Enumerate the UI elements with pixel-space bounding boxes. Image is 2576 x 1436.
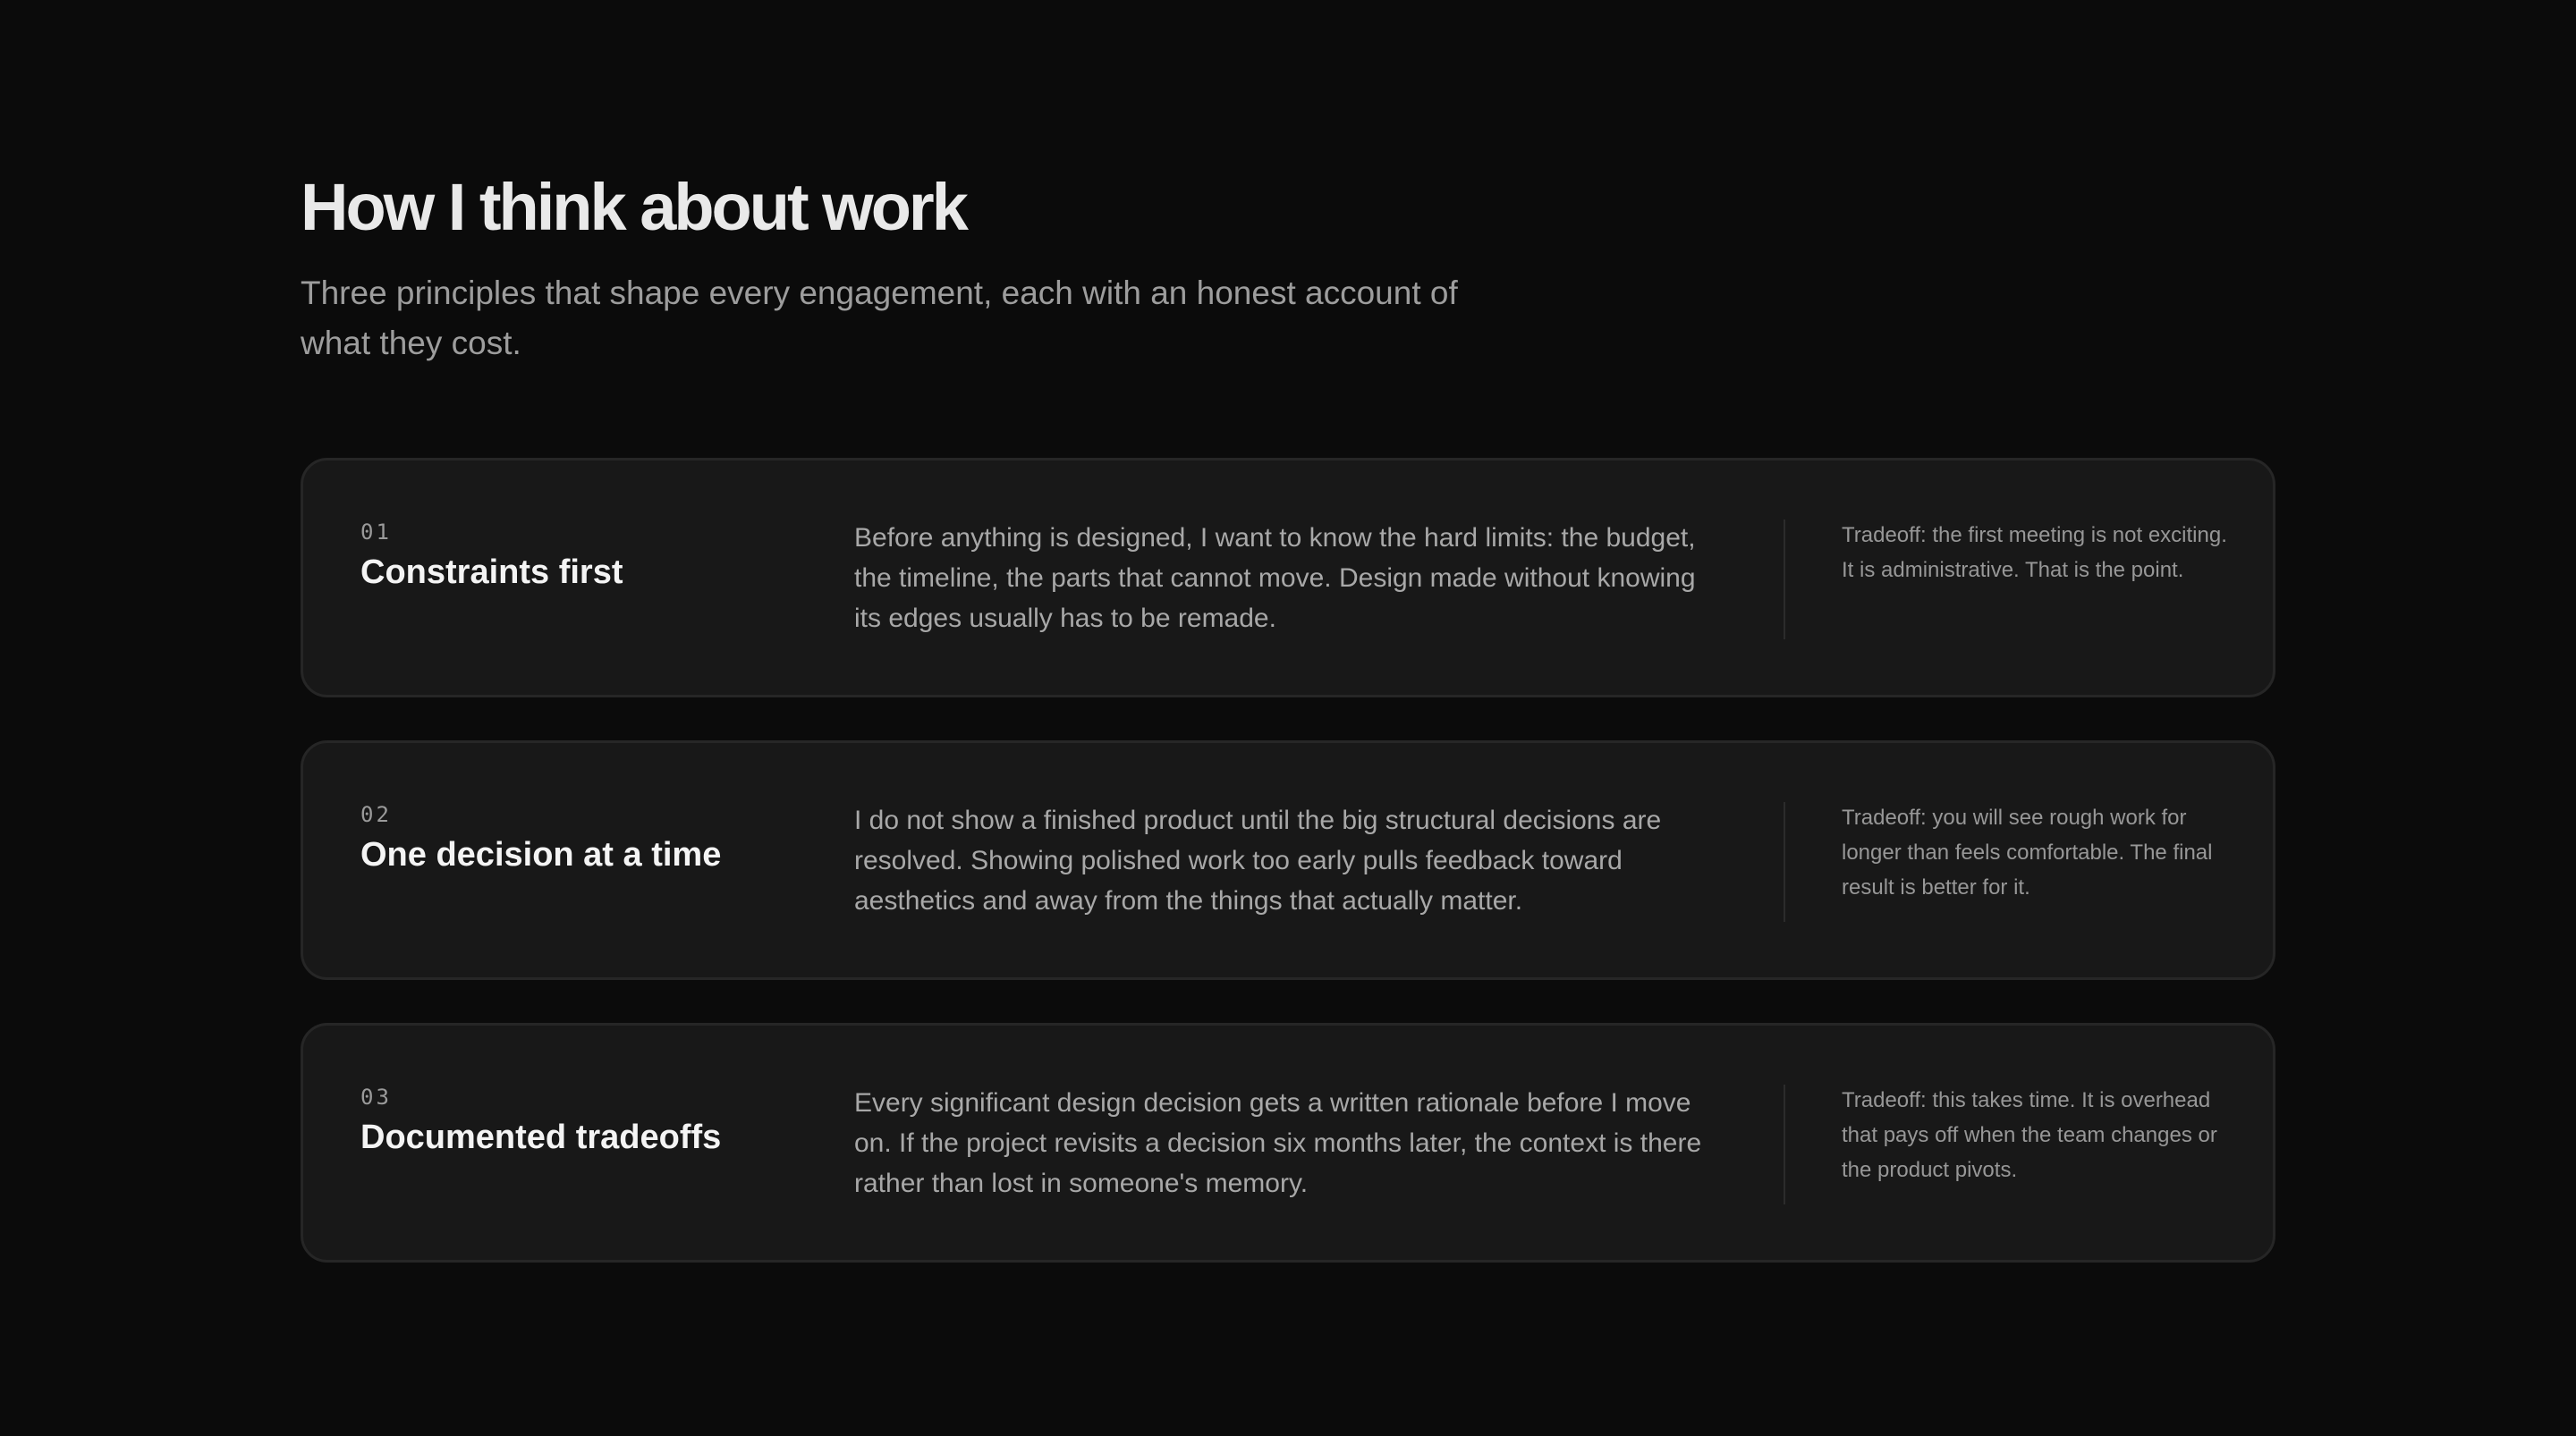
principle-number: 03 (360, 1085, 392, 1110)
principle-tradeoff: Tradeoff: the first meeting is not excit… (1842, 523, 2227, 582)
principle-title: Documented tradeoffs (360, 1119, 722, 1156)
principle-number: 02 (360, 802, 392, 827)
page-subtitle: Three principles that shape every engage… (301, 275, 1458, 361)
principle-card-one-decision: 02 One decision at a time I do not show … (301, 740, 2275, 980)
card-divider (1784, 1085, 1785, 1204)
principle-title: One decision at a time (360, 836, 722, 874)
card-divider (1784, 519, 1785, 639)
principle-card-constraints-first: 01 Constraints first Before anything is … (301, 458, 2275, 697)
principle-tradeoff: Tradeoff: this takes time. It is overhea… (1842, 1088, 2217, 1182)
principle-description: Before anything is designed, I want to k… (854, 523, 1696, 633)
principles-list: 01 Constraints first Before anything is … (301, 458, 2275, 1305)
principle-tradeoff: Tradeoff: you will see rough work for lo… (1842, 806, 2213, 900)
principle-number: 01 (360, 519, 392, 545)
page-title: How I think about work (301, 170, 969, 244)
card-divider (1784, 802, 1785, 922)
principle-title: Constraints first (360, 553, 623, 591)
principle-description: Every significant design decision gets a… (854, 1088, 1702, 1198)
principle-description: I do not show a finished product until t… (854, 806, 1662, 916)
principle-card-documented-tradeoffs: 03 Documented tradeoffs Every significan… (301, 1023, 2275, 1263)
principles-header: How I think about work Three principles … (301, 168, 2275, 368)
